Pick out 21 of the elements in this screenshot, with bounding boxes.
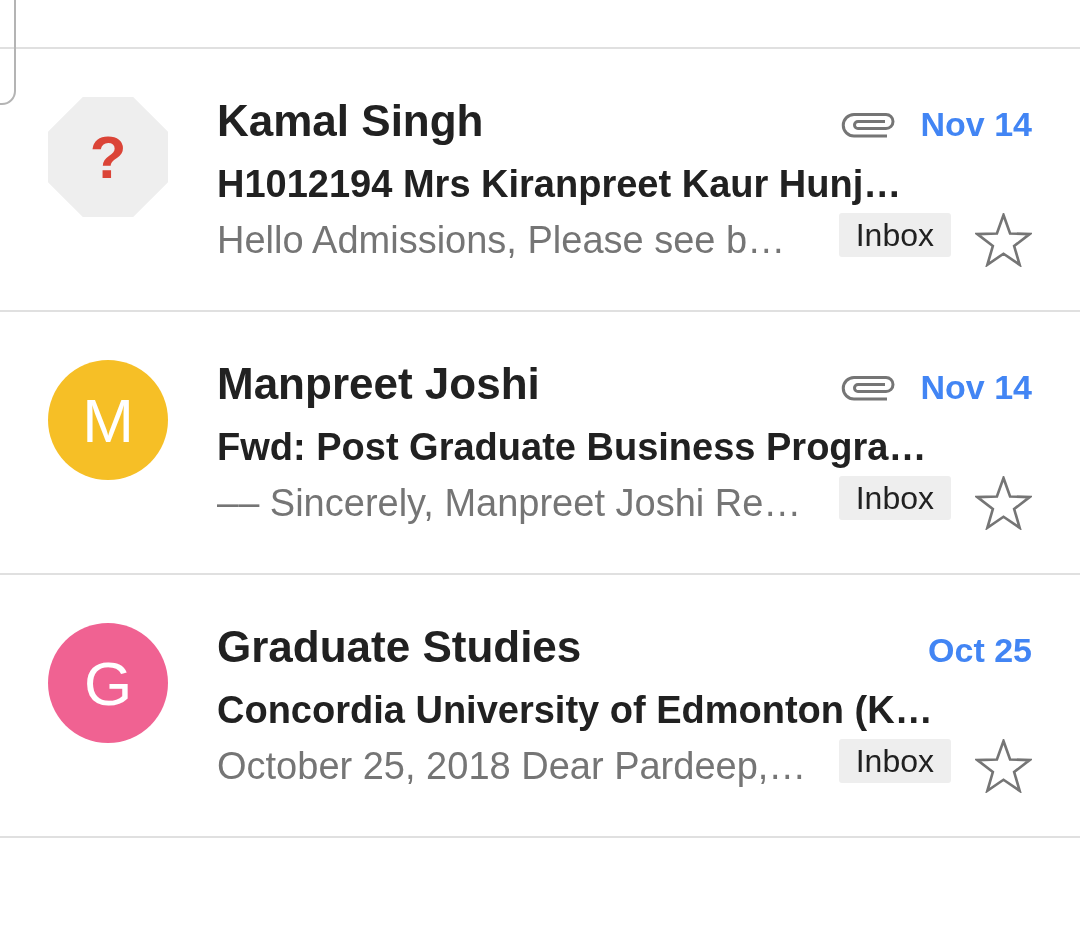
sender-name: Graduate Studies <box>217 623 583 671</box>
sender-name: Kamal Singh <box>217 97 485 145</box>
label-tag: Inbox <box>838 739 951 783</box>
sender-avatar: ? <box>48 97 168 217</box>
label-tag: Inbox <box>838 213 951 257</box>
star-icon[interactable] <box>975 213 1032 267</box>
email-subject: Fwd: Post Graduate Business Progra… <box>217 425 928 470</box>
sender-avatar: G <box>48 623 168 743</box>
sender-avatar: M <box>48 360 168 480</box>
email-snippet: Hello Admissions, Please see b… <box>217 218 787 262</box>
star-icon[interactable] <box>975 476 1032 530</box>
label-tag: Inbox <box>838 476 951 520</box>
email-date: Nov 14 <box>920 104 1032 145</box>
email-date: Nov 14 <box>920 367 1032 408</box>
email-snippet: October 25, 2018 Dear Pardeep,… <box>217 744 808 788</box>
email-subject: H1012194 Mrs Kiranpreet Kaur Hunj… <box>217 162 903 207</box>
sender-name: Manpreet Joshi <box>217 360 541 408</box>
email-snippet: –– Sincerely, Manpreet Joshi Re… <box>217 481 803 525</box>
star-icon[interactable] <box>975 739 1032 793</box>
email-date: Oct 25 <box>928 630 1032 671</box>
email-subject: Concordia University of Edmonton (K… <box>217 688 934 733</box>
